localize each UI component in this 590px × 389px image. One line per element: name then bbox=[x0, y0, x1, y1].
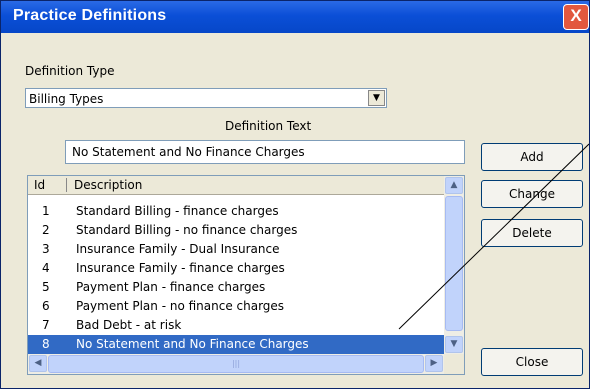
practice-definitions-window: Practice Definitions X Definition Type B… bbox=[0, 0, 590, 389]
annotation-line bbox=[398, 143, 589, 330]
